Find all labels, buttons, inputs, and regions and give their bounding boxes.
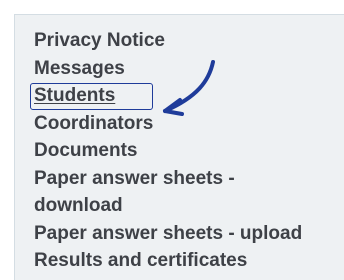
menu-item-label: Privacy Notice xyxy=(34,30,165,51)
menu-item-label: Paper answer sheets - upload xyxy=(34,222,303,244)
menu-item-paper-answer-sheets-download[interactable]: Paper answer sheets - xyxy=(34,165,302,193)
navigation-panel: Privacy Notice Messages Students Coordin… xyxy=(14,14,344,280)
menu-item-label: Messages xyxy=(34,57,125,79)
menu-item-label: Coordinators xyxy=(34,112,154,134)
annotation-arrow-icon xyxy=(163,60,215,116)
menu-item-label: Paper answer sheets - xyxy=(34,167,235,189)
menu-item-paper-answer-sheets-upload[interactable]: Paper answer sheets - upload xyxy=(34,220,302,248)
menu-item-privacy-notice[interactable]: Privacy Notice xyxy=(34,27,302,55)
menu-item-label: download xyxy=(34,195,123,216)
menu-item-label: Results and certificates xyxy=(34,250,248,271)
menu-item-label: Documents xyxy=(34,140,138,161)
menu-item-label: Students xyxy=(34,85,116,106)
menu-item-paper-answer-sheets-download-continued[interactable]: download xyxy=(34,192,302,220)
menu-item-documents[interactable]: Documents xyxy=(34,137,302,165)
menu-item-results-and-certificates[interactable]: Results and certificates xyxy=(34,247,302,275)
